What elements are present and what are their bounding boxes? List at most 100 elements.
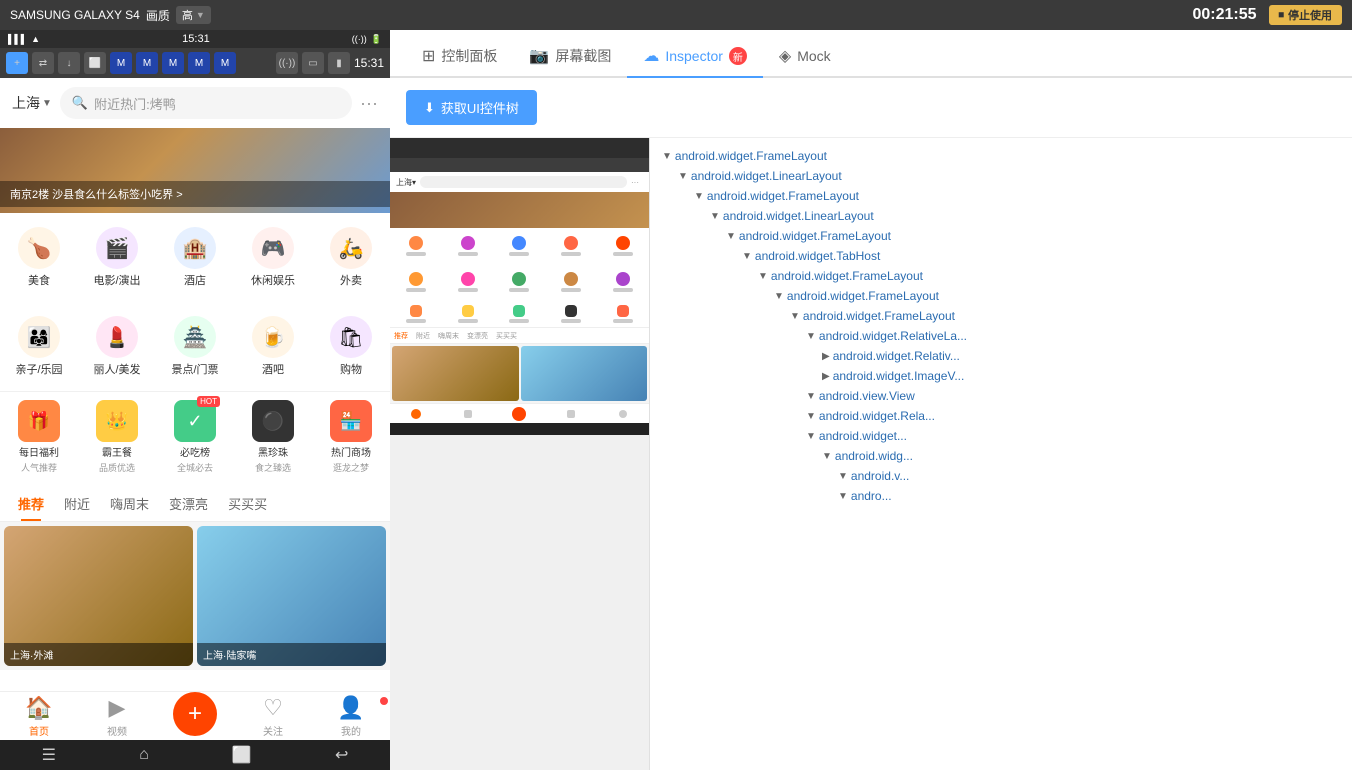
quality-selector[interactable]: 高 ▼ — [176, 6, 211, 24]
tab-buy[interactable]: 买买买 — [218, 486, 277, 521]
fetch-ui-tree-button[interactable]: ⬇ 获取UI控件树 — [406, 90, 537, 125]
chevron-down-icon: ▼ — [196, 10, 205, 20]
ui-tree-panel[interactable]: ▼ android.widget.FrameLayout ▼ android.w… — [650, 138, 1352, 770]
tree-node-1[interactable]: ▼ android.widget.LinearLayout — [650, 166, 1352, 186]
expand-arrow-17: ▼ — [838, 491, 848, 502]
toolbar-icon-3[interactable]: ↓ — [58, 52, 80, 74]
system-bar-right: 00:21:55 ⏹ 停止使用 — [1192, 5, 1342, 25]
content-image-1[interactable]: 上海·外滩 — [4, 526, 193, 666]
category-leisure[interactable]: 🎮 休闲娱乐 — [234, 221, 312, 294]
android-back-button[interactable]: ↩ — [335, 745, 348, 765]
featured-musteat[interactable]: ✓ HOT 必吃榜 全城必去 — [156, 396, 234, 478]
tree-node-14[interactable]: ▼ android.widget... — [650, 426, 1352, 446]
content-image-2[interactable]: 上海·陆家嘴 — [197, 526, 386, 666]
featured-king[interactable]: 👑 霸王餐 品质优选 — [78, 396, 156, 478]
toolbar-icon-4[interactable]: ⬜ — [84, 52, 106, 74]
expand-arrow-16: ▼ — [838, 471, 848, 482]
expand-arrow-5: ▼ — [742, 251, 752, 262]
nav-home[interactable]: 🏠 首页 — [0, 695, 78, 738]
location-selector[interactable]: 上海 ▼ — [12, 93, 52, 113]
toolbar-icon-5[interactable]: M — [110, 52, 132, 74]
preview-feat-5 — [597, 300, 649, 327]
inspector-new-badge: 新 — [729, 47, 747, 65]
leisure-icon: 🎮 — [252, 227, 294, 269]
tree-node-7[interactable]: ▼ android.widget.FrameLayout — [650, 286, 1352, 306]
tree-node-6[interactable]: ▼ android.widget.FrameLayout — [650, 266, 1352, 286]
tree-node-15[interactable]: ▼ android.widg... — [650, 446, 1352, 466]
wifi-icon: ▲ — [31, 34, 40, 44]
nav-follow[interactable]: ♡ 关注 — [234, 695, 312, 738]
fab-add-button[interactable]: + — [173, 692, 217, 736]
tab-screenshot[interactable]: 📷 屏幕截图 — [513, 36, 627, 78]
preview-feat-3 — [494, 300, 546, 327]
tab-recommend[interactable]: 推荐 — [8, 486, 54, 521]
tree-node-0[interactable]: ▼ android.widget.FrameLayout — [650, 146, 1352, 166]
inspector-icon: ☁ — [643, 46, 659, 66]
tab-nearby[interactable]: 附近 — [54, 486, 100, 521]
tree-node-13[interactable]: ▼ android.widget.Rela... — [650, 406, 1352, 426]
tree-node-12[interactable]: ▼ android.view.View — [650, 386, 1352, 406]
preview-more: ··· — [631, 178, 643, 187]
tree-node-2[interactable]: ▼ android.widget.FrameLayout — [650, 186, 1352, 206]
tree-node-9[interactable]: ▼ android.widget.RelativeLa... — [650, 326, 1352, 346]
expand-arrow-6: ▼ — [758, 271, 768, 282]
toolbar-icon-2[interactable]: ⇄ — [32, 52, 54, 74]
category-scenic[interactable]: 🏯 景点/门票 — [156, 310, 234, 383]
tree-node-17[interactable]: ▼ andro... — [650, 486, 1352, 506]
preview-img-2 — [521, 346, 648, 401]
android-home-button[interactable]: ⌂ — [139, 746, 149, 764]
featured-daily[interactable]: 🎁 每日福利 人气推荐 — [0, 396, 78, 478]
download-icon: ⬇ — [424, 100, 435, 116]
preview-search — [420, 176, 627, 188]
tree-node-16[interactable]: ▼ android.v... — [650, 466, 1352, 486]
tab-control-panel[interactable]: ⊞ 控制面板 — [406, 36, 513, 78]
tree-node-11[interactable]: ▶ android.widget.ImageV... — [650, 366, 1352, 386]
expand-arrow-0: ▼ — [662, 151, 672, 162]
tab-inspector[interactable]: ☁ Inspector 新 — [627, 36, 763, 78]
nav-video[interactable]: ▶ 视频 — [78, 695, 156, 738]
toolbar-icon-1[interactable]: + — [6, 52, 28, 74]
category-hotel[interactable]: 🏨 酒店 — [156, 221, 234, 294]
king-icon: 👑 — [96, 400, 138, 442]
search-bar[interactable]: 🔍 附近热门:烤鸭 — [60, 87, 352, 119]
nav-profile[interactable]: 👤 我的 — [312, 695, 390, 738]
phone-status-bar: ▌▌▌ ▲ 15:31 ((·)) 🔋 — [0, 30, 390, 48]
nav-fab[interactable]: + — [156, 692, 234, 740]
category-food[interactable]: 🍗 美食 — [0, 221, 78, 294]
mock-icon: ◈ — [779, 46, 791, 66]
tab-mock[interactable]: ◈ Mock — [763, 36, 847, 78]
tree-node-5[interactable]: ▼ android.widget.TabHost — [650, 246, 1352, 266]
app-banner[interactable]: 南京2楼 沙县食么什么标签小吃界 > — [0, 128, 390, 213]
banner-text: 南京2楼 沙县食么什么标签小吃界 > — [0, 181, 390, 207]
featured-hotmall[interactable]: 🏪 热门商场 逛龙之梦 — [312, 396, 390, 478]
preview-cat-6 — [390, 264, 442, 300]
category-movie[interactable]: 🎬 电影/演出 — [78, 221, 156, 294]
category-bar[interactable]: 🍺 酒吧 — [234, 310, 312, 383]
featured-black-pearl[interactable]: ⚫ 黑珍珠 食之臻选 — [234, 396, 312, 478]
tree-node-8[interactable]: ▼ android.widget.FrameLayout — [650, 306, 1352, 326]
category-beauty[interactable]: 💄 丽人/美发 — [78, 310, 156, 383]
preview-cat-10 — [597, 264, 649, 300]
toolbar-icon-6[interactable]: M — [136, 52, 158, 74]
category-kids[interactable]: 👨‍👩‍👧 亲子/乐园 — [0, 310, 78, 383]
more-options-icon[interactable]: ··· — [360, 93, 378, 114]
main-layout: ▌▌▌ ▲ 15:31 ((·)) 🔋 + ⇄ ↓ ⬜ M M M M M ((… — [0, 30, 1352, 770]
image-caption-1: 上海·外滩 — [4, 643, 193, 666]
toolbar-icon-9[interactable]: M — [214, 52, 236, 74]
tree-node-3[interactable]: ▼ android.widget.LinearLayout — [650, 206, 1352, 226]
android-menu-button[interactable]: ☰ — [42, 745, 56, 765]
stop-button[interactable]: ⏹ 停止使用 — [1269, 5, 1343, 25]
bar-icon: 🍺 — [252, 316, 294, 358]
tab-weekend[interactable]: 嗨周末 — [100, 486, 159, 521]
tree-node-4[interactable]: ▼ android.widget.FrameLayout — [650, 226, 1352, 246]
category-delivery[interactable]: 🛵 外卖 — [312, 221, 390, 294]
preview-cat-7 — [442, 264, 494, 300]
preview-tab-nearby: 附近 — [416, 331, 430, 343]
android-recent-button[interactable]: ⬜ — [232, 745, 252, 765]
tree-node-10[interactable]: ▶ android.widget.Relativ... — [650, 346, 1352, 366]
tab-beauty[interactable]: 变漂亮 — [159, 486, 218, 521]
category-shopping[interactable]: 🛍 购物 — [312, 310, 390, 383]
toolbar-icon-8[interactable]: M — [188, 52, 210, 74]
preview-feat-2 — [442, 300, 494, 327]
toolbar-icon-7[interactable]: M — [162, 52, 184, 74]
